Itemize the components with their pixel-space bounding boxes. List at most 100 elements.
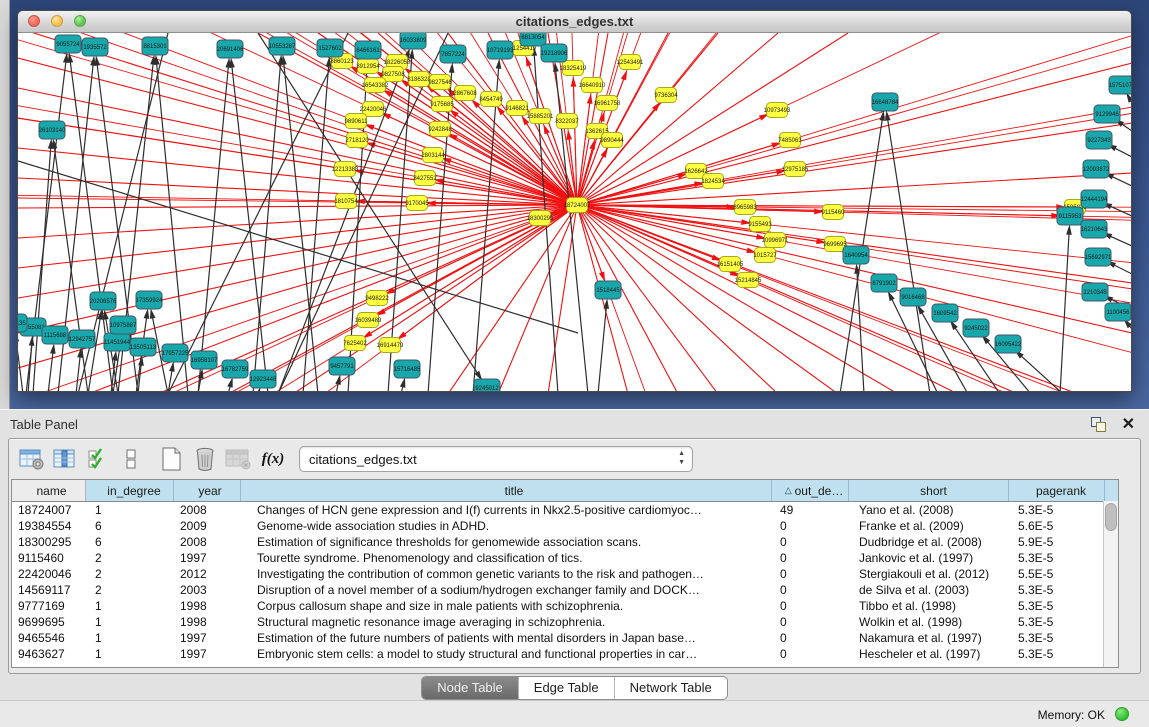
graph-node[interactable]: 9457791 [329, 357, 355, 375]
graph-node[interactable]: 9827546 [428, 75, 452, 90]
graph-node[interactable]: 9155493 [748, 217, 772, 232]
delete-table-icon[interactable] [190, 444, 220, 474]
graph-node[interactable]: 1518445 [595, 281, 621, 299]
graph-node[interactable]: 9736304 [654, 88, 678, 103]
graph-node[interactable]: 10996971 [762, 233, 789, 248]
graph-node[interactable]: 26103140 [39, 121, 66, 139]
graph-node[interactable]: 9498222 [365, 291, 389, 306]
graph-node[interactable]: 20691406 [217, 40, 244, 58]
graph-node[interactable]: 9890611 [345, 114, 369, 129]
graph-node[interactable]: 8813054 [520, 33, 546, 46]
graph-node[interactable]: 7625402 [343, 336, 367, 351]
graph-node[interactable]: 9129946 [1094, 105, 1120, 123]
column-header-name[interactable]: name [12, 480, 86, 501]
graph-node[interactable]: 15716485 [394, 360, 421, 378]
column-header-out-degree[interactable]: △out_de… [772, 480, 849, 501]
graph-node[interactable]: 18300295 [527, 211, 554, 226]
graph-node[interactable]: 6466161 [355, 41, 381, 59]
table-row[interactable]: 911546021997Tourette syndrome. Phenomeno… [12, 550, 1118, 566]
graph-node[interactable]: 18325419 [560, 61, 587, 76]
graph-node[interactable]: 8427552 [413, 171, 437, 186]
column-header-in-degree[interactable]: in_degree [86, 480, 174, 501]
graph-node[interactable]: 2718120 [345, 133, 369, 148]
graph-node[interactable]: 12975185 [782, 162, 809, 177]
table-row[interactable]: 946554611997Estimation of the future num… [12, 630, 1118, 646]
graph-node[interactable]: 12543491 [617, 55, 644, 70]
graph-node[interactable]: 16095422 [995, 335, 1022, 353]
graph-node[interactable]: 16782759 [222, 360, 249, 378]
graph-node[interactable]: 8815301 [142, 37, 168, 55]
column-header-title[interactable]: title [241, 480, 772, 501]
table-row[interactable]: 2242004622012Investigating the contribut… [12, 566, 1118, 582]
column-header-pagerank[interactable]: pagerank [1009, 480, 1105, 501]
import-table-icon[interactable] [223, 444, 253, 474]
graph-node[interactable]: 12444194 [1081, 190, 1108, 208]
graph-node[interactable]: 16640910 [579, 78, 606, 93]
select-columns-icon[interactable] [83, 444, 113, 474]
graph-node[interactable]: 15751074 [1109, 76, 1131, 94]
table-settings-icon[interactable] [17, 444, 47, 474]
graph-node[interactable]: 9242848 [428, 122, 452, 137]
graph-node[interactable]: 15885201 [527, 109, 554, 124]
graph-node[interactable]: 1935572 [82, 38, 108, 56]
graph-node[interactable]: 8322037 [555, 114, 579, 129]
graph-node[interactable]: 1210345 [1082, 283, 1108, 301]
graph-node[interactable]: 16648784 [872, 93, 899, 111]
tab-network-table[interactable]: Network Table [615, 677, 727, 699]
graph-node[interactable]: 19218906 [541, 44, 568, 62]
graph-node[interactable]: 1015727 [753, 248, 777, 263]
graph-node[interactable]: 7485063 [778, 133, 802, 148]
graph-node[interactable]: 9245012 [474, 379, 500, 392]
graph-node[interactable]: 1824534 [701, 174, 725, 189]
graph-node[interactable]: 16210643 [1081, 220, 1108, 238]
graph-node[interactable]: 10719193 [487, 41, 514, 59]
tab-node-table[interactable]: Node Table [422, 677, 519, 699]
scrollbar-thumb[interactable] [1105, 503, 1117, 531]
create-table-icon[interactable] [157, 444, 187, 474]
graph-node[interactable]: 16033809 [400, 33, 427, 49]
graph-node[interactable]: 8912954 [356, 59, 380, 74]
graph-node[interactable]: 16151405 [717, 257, 744, 272]
graph-node[interactable]: 17359924 [136, 291, 163, 309]
graph-node[interactable]: 15214845 [735, 273, 762, 288]
graph-node[interactable]: 6791902 [871, 274, 897, 292]
graph-node[interactable]: 9227343 [1086, 131, 1112, 149]
graph-node[interactable]: 9890444 [600, 133, 624, 148]
graph-node[interactable]: 10553287 [269, 37, 296, 55]
graph-node[interactable]: 16958107 [191, 351, 218, 369]
float-panel-icon[interactable] [1091, 417, 1107, 432]
graph-node[interactable]: 16543382 [362, 78, 389, 93]
graph-node[interactable]: 9170045 [405, 196, 429, 211]
network-window[interactable]: citations_edges.txt 18724007886012389129… [17, 10, 1132, 392]
graph-node[interactable]: 1609542 [932, 304, 958, 322]
graph-node[interactable]: 11451944 [104, 333, 131, 351]
graph-node[interactable]: 8965983 [733, 200, 757, 215]
graph-node[interactable]: 9175685 [430, 97, 454, 112]
graph-node[interactable]: 1810754 [334, 194, 358, 209]
graph-node[interactable]: 16039489 [355, 313, 382, 328]
function-builder-icon[interactable]: f(x) [256, 444, 290, 474]
graph-node[interactable]: 2867608 [453, 86, 477, 101]
table-row[interactable]: 1872400712008Changes of HCN gene express… [12, 502, 1118, 518]
graph-node[interactable]: 12942757 [69, 330, 96, 348]
graph-node[interactable]: 8454749 [479, 92, 503, 107]
graph-node[interactable]: 16914479 [377, 338, 404, 353]
graph-node[interactable]: 9245022 [963, 319, 989, 337]
column-header-short[interactable]: short [849, 480, 1009, 501]
graph-node[interactable]: 13505113 [130, 338, 157, 356]
show-columns-icon[interactable] [50, 444, 80, 474]
table-row[interactable]: 969969511998Structural magnetic resonanc… [12, 614, 1118, 630]
table-row[interactable]: 1456911722003Disruption of a novel membe… [12, 582, 1118, 598]
graph-node[interactable]: 1527602 [317, 39, 343, 57]
column-header-year[interactable]: year [174, 480, 241, 501]
graph-node[interactable]: 18724007 [564, 198, 591, 213]
graph-node[interactable]: 10975887 [110, 316, 137, 334]
table-vertical-scrollbar[interactable] [1103, 501, 1118, 667]
graph-node[interactable]: 9016468 [900, 288, 926, 306]
graph-node[interactable]: 16961758 [594, 96, 621, 111]
graph-node[interactable]: 12213383 [332, 162, 359, 177]
graph-node[interactable]: 9905135 [18, 314, 27, 332]
graph-node[interactable]: 10973493 [764, 103, 791, 118]
graph-node[interactable]: 17957225 [162, 344, 189, 362]
row-height-icon[interactable] [116, 444, 146, 474]
